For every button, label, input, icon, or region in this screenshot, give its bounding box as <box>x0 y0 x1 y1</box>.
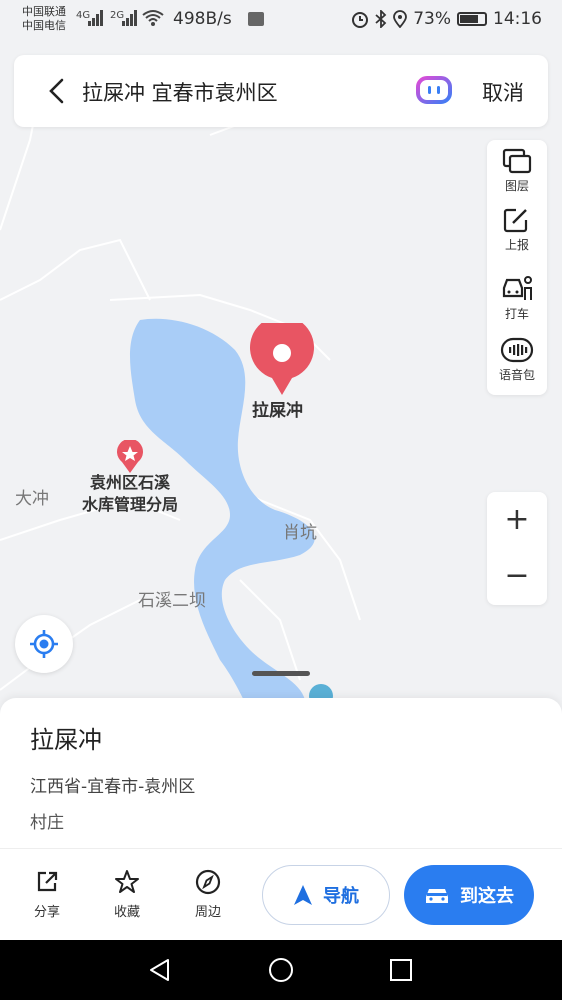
map-tools-panel: 图层 上报 打车 语音包 <box>487 140 547 395</box>
search-bar[interactable]: 拉屎冲 宜春市袁州区 取消 <box>14 55 548 127</box>
poi-label-line1: 袁州区石溪 <box>89 473 170 492</box>
network-speed: 498B/s <box>173 9 232 29</box>
map-label-dachong: 大冲 <box>15 489 49 509</box>
carrier-info: 中国联通 中国电信 <box>22 5 66 33</box>
poi-label[interactable]: 袁州区石溪 水库管理分局 <box>74 472 186 516</box>
nearby-button[interactable]: 周边 <box>183 869 233 920</box>
bluetooth-icon <box>375 10 387 28</box>
favorite-label: 收藏 <box>113 905 140 920</box>
tool-report[interactable]: 上报 <box>487 207 547 253</box>
location-marker-icon[interactable] <box>248 323 316 397</box>
signal-icon <box>88 10 103 26</box>
tool-taxi[interactable]: 打车 <box>487 274 547 322</box>
map-label-shixi-dam: 石溪二坝 <box>138 591 206 611</box>
map-view[interactable]: 拉屎冲 袁州区石溪 水库管理分局 大冲 肖坑 石溪二坝 <box>0 40 562 740</box>
poi-star-icon[interactable] <box>116 440 144 474</box>
tool-layers[interactable]: 图层 <box>487 148 547 194</box>
zoom-in-button[interactable]: + <box>487 492 547 548</box>
star-icon <box>115 870 139 893</box>
carrier-1: 中国联通 <box>22 5 66 18</box>
tool-voice-pack-label: 语音包 <box>498 368 535 382</box>
navigation-arrow-icon <box>294 885 312 905</box>
battery-icon <box>457 12 487 26</box>
back-arrow-icon[interactable] <box>44 77 70 105</box>
action-bar: 分享 收藏 周边 导航 到这去 <box>0 848 562 940</box>
location-icon <box>393 10 408 28</box>
zoom-controls: + − <box>487 492 547 605</box>
back-nav-icon[interactable] <box>148 958 172 982</box>
cancel-button[interactable]: 取消 <box>482 77 524 107</box>
battery-percent: 73% <box>413 9 451 29</box>
navigate-label: 导航 <box>323 886 359 907</box>
sheet-drag-handle[interactable] <box>252 671 310 676</box>
share-button[interactable]: 分享 <box>22 869 72 920</box>
status-bar: 中国联通 中国电信 4G 2G 498B/s 73% 14:16 <box>0 0 562 40</box>
zoom-out-button[interactable]: − <box>487 548 547 604</box>
notification-icon <box>248 12 264 26</box>
crosshair-icon <box>30 630 58 658</box>
search-query[interactable]: 拉屎冲 宜春市袁州区 <box>82 77 278 107</box>
go-here-label: 到这去 <box>460 886 514 907</box>
place-type: 村庄 <box>30 813 64 833</box>
place-region: 江西省-宜春市-袁州区 <box>30 777 196 797</box>
taxi-icon <box>502 276 532 300</box>
place-detail-sheet[interactable]: 拉屎冲 江西省-宜春市-袁州区 村庄 <box>0 698 562 848</box>
ai-voice-icon[interactable] <box>416 76 452 104</box>
nearby-label: 周边 <box>194 905 221 920</box>
recents-nav-icon[interactable] <box>389 958 413 982</box>
voice-pack-icon <box>500 337 534 363</box>
layers-icon <box>502 148 532 174</box>
carrier-2: 中国电信 <box>22 19 66 32</box>
tool-report-label: 上报 <box>504 238 529 252</box>
alarm-icon <box>352 12 369 28</box>
compass-icon <box>195 869 221 895</box>
place-name: 拉屎冲 <box>30 726 102 754</box>
status-right: 73% 14:16 <box>351 9 542 29</box>
wifi-icon <box>142 10 164 26</box>
marker-label: 拉屎冲 <box>252 401 303 421</box>
home-nav-icon[interactable] <box>268 958 294 984</box>
navigate-button[interactable]: 导航 <box>262 865 390 925</box>
tool-layers-label: 图层 <box>504 179 529 193</box>
poi-label-line2: 水库管理分局 <box>81 495 178 514</box>
share-label: 分享 <box>33 905 60 920</box>
share-icon <box>37 871 58 892</box>
clock: 14:16 <box>493 9 542 29</box>
car-icon <box>426 889 448 903</box>
tool-taxi-label: 打车 <box>504 307 529 321</box>
system-nav-bar <box>0 940 562 1000</box>
favorite-button[interactable]: 收藏 <box>102 869 152 920</box>
report-icon <box>503 208 528 233</box>
go-here-button[interactable]: 到这去 <box>404 865 534 925</box>
signal-icon-2 <box>122 10 137 26</box>
map-label-xiaokeng: 肖坑 <box>283 523 317 543</box>
tool-voice-pack[interactable]: 语音包 <box>487 337 547 383</box>
my-location-button[interactable] <box>15 615 73 673</box>
